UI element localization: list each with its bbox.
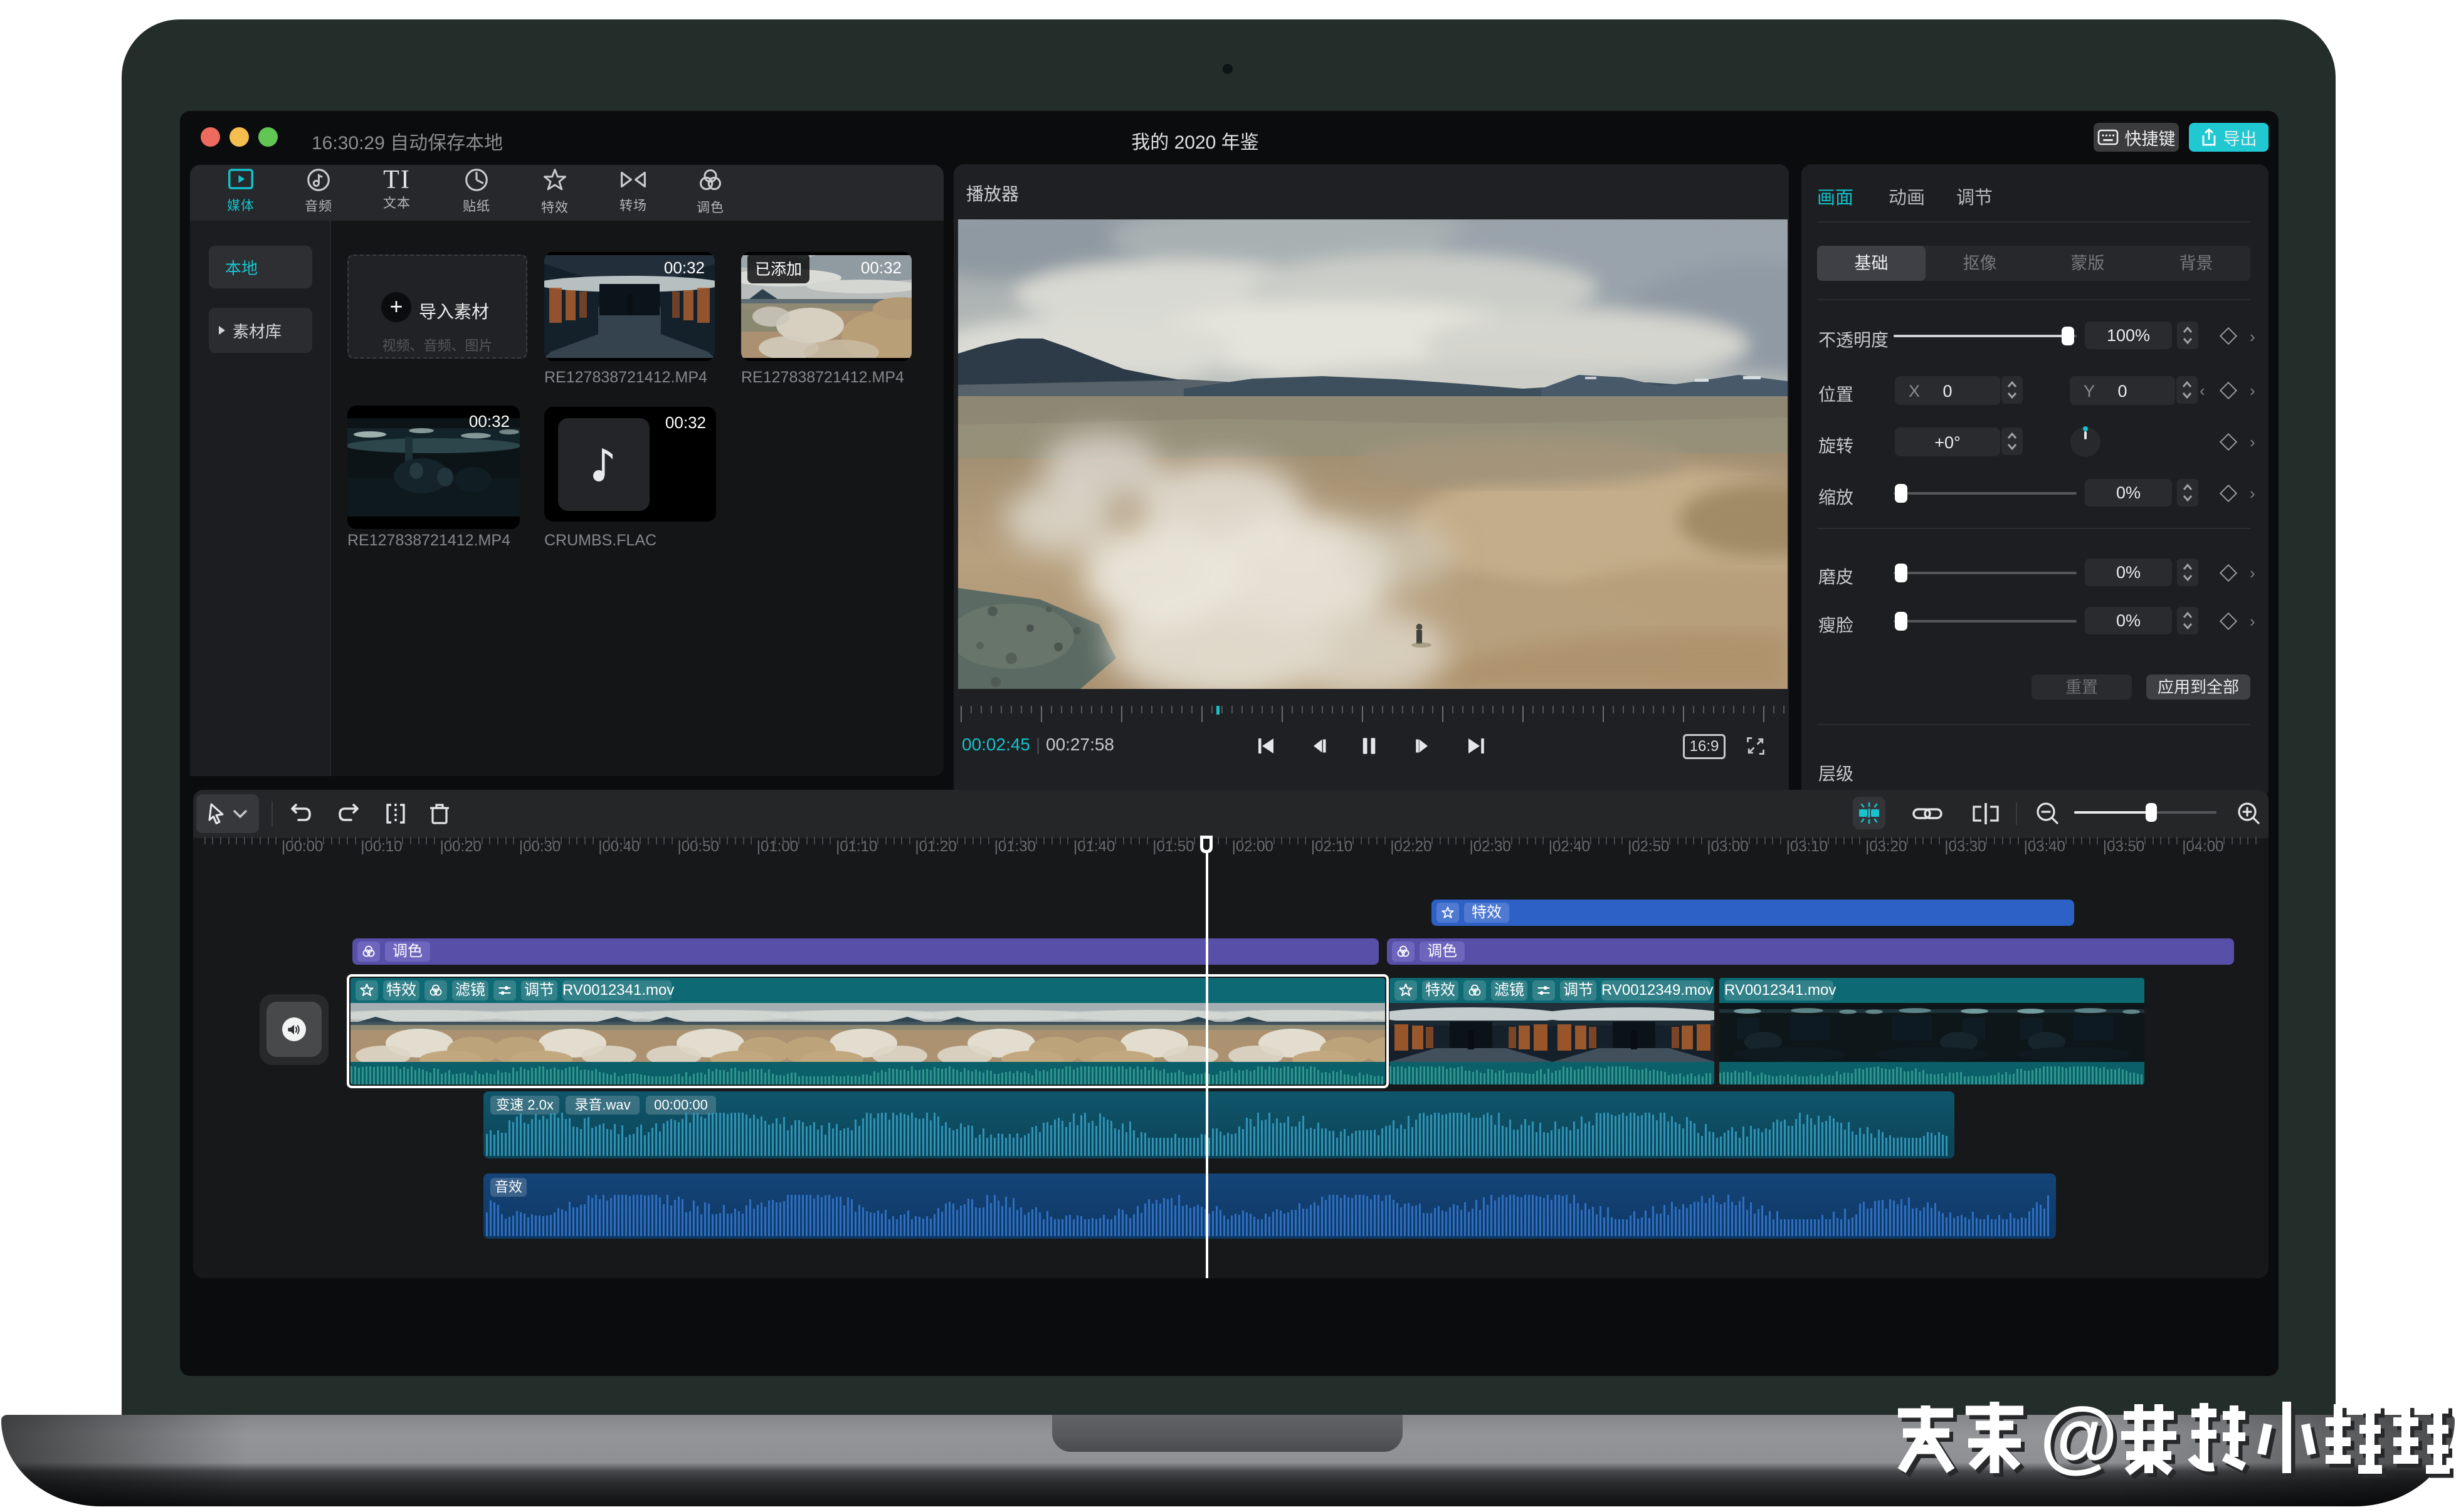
svg-text:@: @: [2040, 1397, 2118, 1481]
